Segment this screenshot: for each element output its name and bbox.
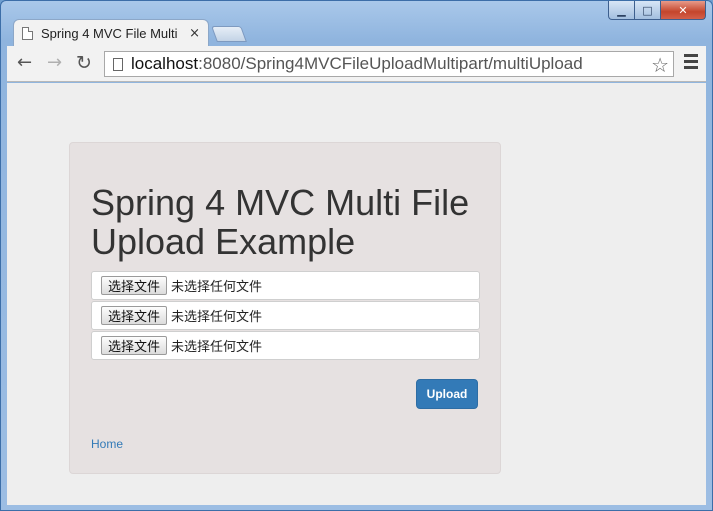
maximize-button[interactable]: □ [635,1,661,20]
choose-file-button[interactable]: 选择文件 [101,276,168,295]
page-info-icon[interactable] [113,57,123,71]
url-path: :8080/Spring4MVCFileUploadMultipart/mult… [198,54,583,73]
close-window-button[interactable]: ✕ [661,1,706,20]
page-icon [22,27,33,40]
file-status-text: 未选择任何文件 [171,280,263,295]
page-title: Spring 4 MVC Multi File Upload Example [91,182,470,262]
tab-title: Spring 4 MVC File Multi [41,26,178,41]
page-viewport: Spring 4 MVC Multi File Upload Example 选… [7,83,706,505]
browser-tab[interactable]: Spring 4 MVC File Multi × [13,19,209,47]
file-input-3[interactable]: 选择文件 未选择任何文件 [91,331,480,360]
back-icon[interactable]: ← [17,53,32,73]
file-status-text: 未选择任何文件 [171,310,263,325]
close-tab-icon[interactable]: × [189,26,200,41]
browser-window: ▁ □ ✕ Spring 4 MVC File Multi × ← → ↻ lo… [0,0,713,511]
new-tab-button[interactable] [211,26,247,42]
window-controls: ▁ □ ✕ [608,1,706,21]
upload-button[interactable]: Upload [416,379,478,409]
minimize-button[interactable]: ▁ [608,1,635,20]
reload-icon[interactable]: ↻ [76,53,92,73]
choose-file-button[interactable]: 选择文件 [101,306,168,325]
file-status-text: 未选择任何文件 [171,340,263,355]
bookmark-star-icon[interactable]: ☆ [651,53,669,77]
address-bar[interactable]: localhost:8080/Spring4MVCFileUploadMulti… [104,51,674,77]
url-host: localhost [131,54,199,73]
browser-toolbar: ← → ↻ localhost:8080/Spring4MVCFileUploa… [7,46,706,82]
upload-form-panel: Spring 4 MVC Multi File Upload Example 选… [69,142,501,474]
menu-icon[interactable] [684,54,698,72]
choose-file-button[interactable]: 选择文件 [101,336,168,355]
home-link[interactable]: Home [91,437,123,451]
file-input-2[interactable]: 选择文件 未选择任何文件 [91,301,480,330]
forward-icon[interactable]: → [47,53,62,73]
file-input-1[interactable]: 选择文件 未选择任何文件 [91,271,480,300]
url-text: localhost:8080/Spring4MVCFileUploadMulti… [131,54,583,74]
